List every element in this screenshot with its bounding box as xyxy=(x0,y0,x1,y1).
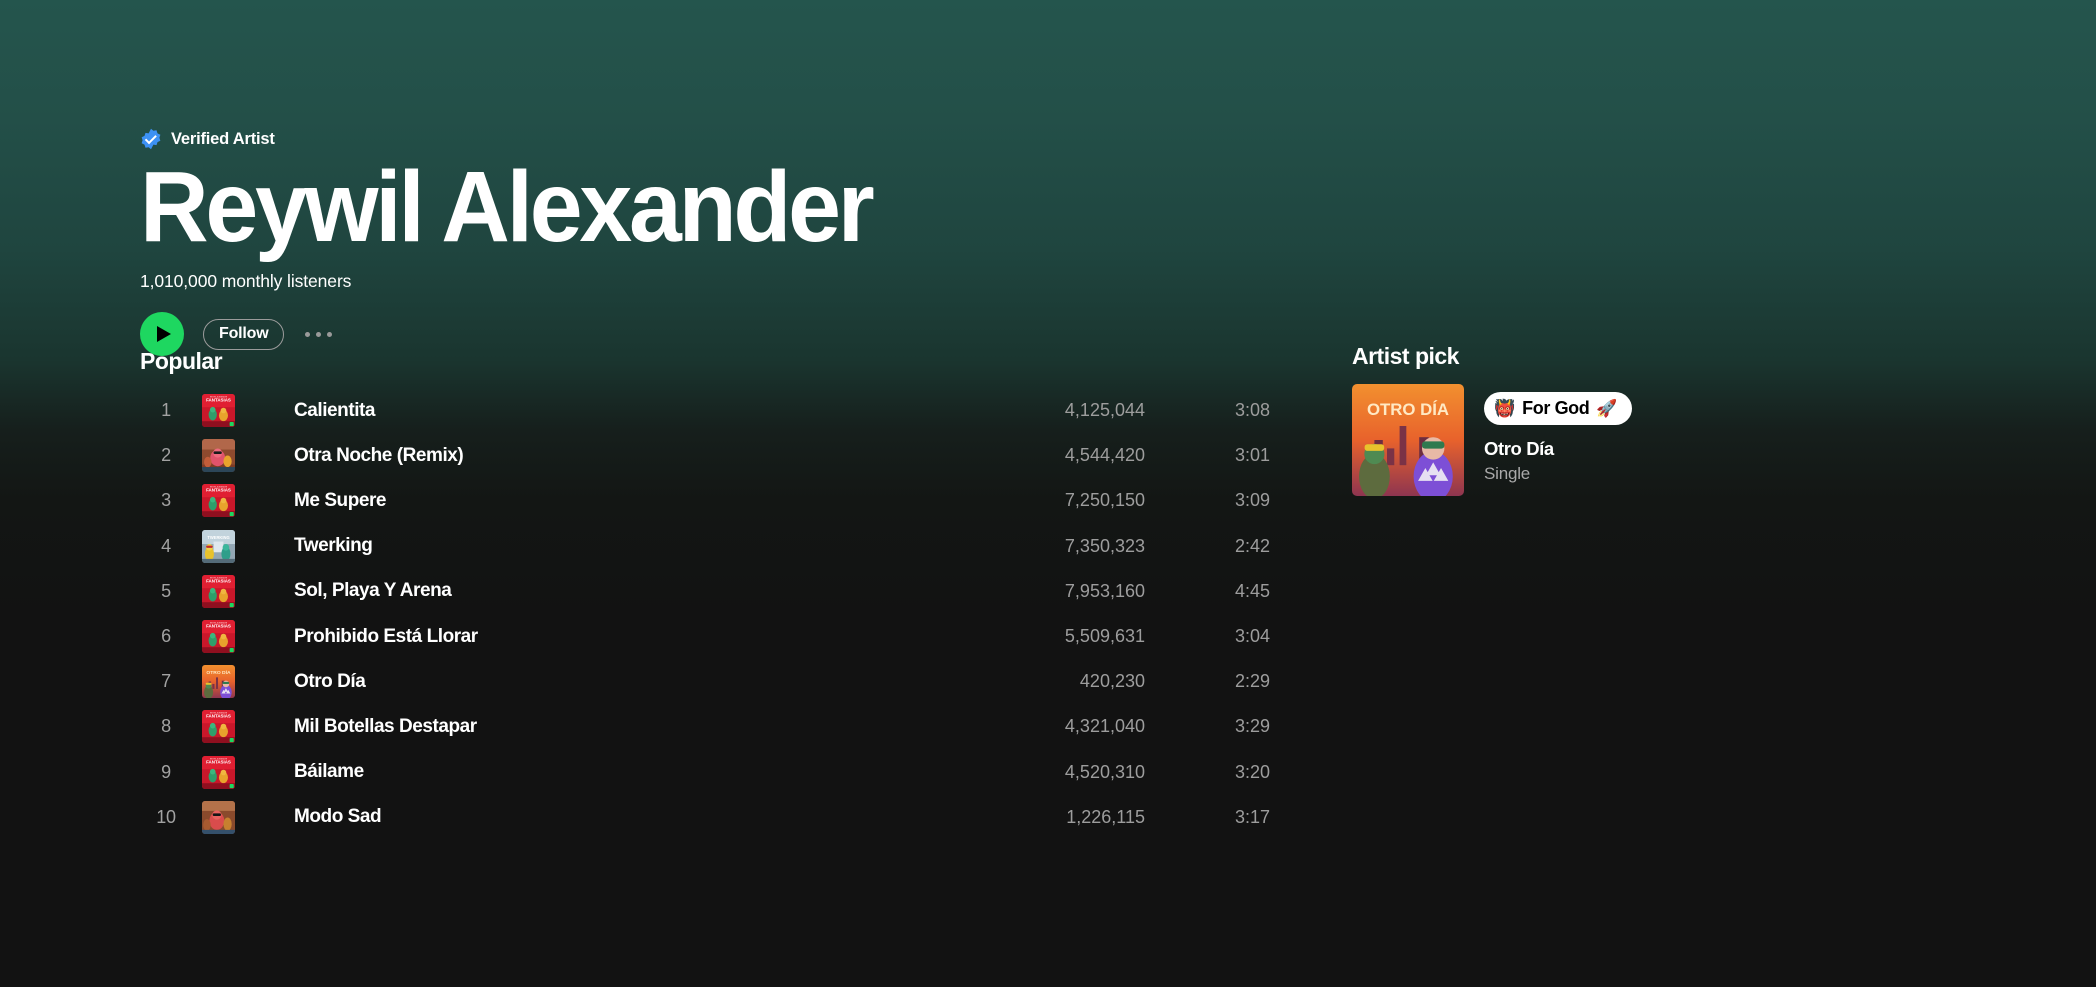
svg-text:REYWIL ALEXANDER: REYWIL ALEXANDER xyxy=(210,396,228,399)
track-duration: 2:42 xyxy=(1234,535,1270,556)
track-title[interactable]: Twerking xyxy=(294,535,955,557)
track-title[interactable]: Otro Día xyxy=(294,671,955,693)
track-title[interactable]: Otra Noche (Remix) xyxy=(294,445,955,467)
track-title[interactable]: Modo Sad xyxy=(294,806,955,828)
track-album-art: FANTASIAS REYWIL ALEXANDER xyxy=(202,710,235,744)
track-index: 8 xyxy=(161,716,171,737)
svg-text:OTRO DÍA: OTRO DÍA xyxy=(1367,400,1449,419)
artist-header: Verified Artist Reywil Alexander 1,010,0… xyxy=(140,128,1340,357)
track-row[interactable]: 4 TWERKING Twerking 7,350,323 2:42 xyxy=(140,524,1270,569)
track-play-count: 420,230 xyxy=(1079,671,1145,692)
rocket-emoji-icon: 🚀 xyxy=(1596,399,1618,418)
track-index: 5 xyxy=(161,580,171,601)
track-index: 6 xyxy=(161,626,171,647)
track-index: 7 xyxy=(161,671,171,692)
track-row[interactable]: 1 FANTASIAS REYWIL ALEXANDER Calientita … xyxy=(140,388,1270,433)
ellipsis-icon xyxy=(316,331,322,337)
track-index: 1 xyxy=(161,400,171,421)
track-title[interactable]: Báilame xyxy=(294,761,955,783)
track-play-count: 1,226,115 xyxy=(1066,806,1145,827)
track-play-count: 5,509,631 xyxy=(1064,626,1145,647)
artist-pick-card[interactable]: OTRO DÍA 👹 For God 🚀 Otro Día Single xyxy=(1352,384,1752,496)
track-title[interactable]: Calientita xyxy=(294,400,955,422)
devil-emoji-icon: 👹 xyxy=(1494,399,1516,418)
popular-heading: Popular xyxy=(140,348,223,374)
verified-check-icon xyxy=(140,128,162,150)
popular-section: Popular 1 FANTASIAS REYWIL ALEXANDER Cal… xyxy=(140,348,1270,840)
artist-pick-heading: Artist pick xyxy=(1352,343,1459,369)
track-album-art xyxy=(202,439,235,473)
artist-page: Verified Artist Reywil Alexander 1,010,0… xyxy=(0,0,2096,987)
ellipsis-icon xyxy=(305,331,311,337)
artist-pick-section: Artist pick OTRO DÍA 👹 For God 🚀 Otro Dí… xyxy=(1352,343,1752,496)
artist-pick-note-text: For God xyxy=(1522,398,1590,418)
track-album-art: OTRO DÍA xyxy=(202,665,235,699)
track-duration: 4:45 xyxy=(1234,580,1270,601)
verified-artist-badge-row: Verified Artist xyxy=(140,128,1340,150)
track-play-count: 7,953,160 xyxy=(1064,580,1145,601)
track-duration: 3:20 xyxy=(1234,761,1270,782)
track-album-art: TWERKING xyxy=(202,529,235,563)
artist-pick-item-type: Single xyxy=(1484,464,1531,483)
svg-text:REYWIL ALEXANDER: REYWIL ALEXANDER xyxy=(210,621,228,624)
track-row[interactable]: 3 FANTASIAS REYWIL ALEXANDER Me Supere 7… xyxy=(140,478,1270,523)
track-index: 4 xyxy=(161,535,171,556)
track-play-count: 4,520,310 xyxy=(1064,761,1145,782)
track-index: 3 xyxy=(161,490,171,511)
svg-text:TWERKING: TWERKING xyxy=(207,535,229,540)
ellipsis-icon xyxy=(327,331,333,337)
track-row[interactable]: 7 OTRO DÍA Otro Día 420,230 2:29 xyxy=(140,659,1270,704)
track-row[interactable]: 8 FANTASIAS REYWIL ALEXANDER Mil Botella… xyxy=(140,704,1270,749)
page-title: Reywil Alexander xyxy=(140,151,875,263)
track-duration: 3:09 xyxy=(1234,490,1270,511)
track-play-count: 7,250,150 xyxy=(1064,490,1145,511)
track-row[interactable]: 9 FANTASIAS REYWIL ALEXANDER Báilame 4,5… xyxy=(140,750,1270,795)
track-row[interactable]: 6 FANTASIAS REYWIL ALEXANDER Prohibido E… xyxy=(140,614,1270,659)
follow-button[interactable]: Follow xyxy=(203,318,285,350)
track-index: 2 xyxy=(161,445,171,466)
svg-text:REYWIL ALEXANDER: REYWIL ALEXANDER xyxy=(210,576,228,579)
svg-text:REYWIL ALEXANDER: REYWIL ALEXANDER xyxy=(210,486,228,489)
track-album-art: FANTASIAS REYWIL ALEXANDER xyxy=(202,574,235,608)
track-album-art xyxy=(202,800,235,834)
track-row[interactable]: 5 FANTASIAS REYWIL ALEXANDER Sol, Playa … xyxy=(140,569,1270,614)
monthly-listeners: 1,010,000 monthly listeners xyxy=(140,271,352,291)
popular-track-list: 1 FANTASIAS REYWIL ALEXANDER Calientita … xyxy=(140,388,1270,840)
track-play-count: 7,350,323 xyxy=(1064,535,1145,556)
track-duration: 3:08 xyxy=(1234,400,1270,421)
artist-pick-note: 👹 For God 🚀 xyxy=(1484,392,1632,425)
track-play-count: 4,321,040 xyxy=(1064,716,1145,737)
track-duration: 3:01 xyxy=(1234,445,1270,466)
track-play-count: 4,544,420 xyxy=(1064,445,1145,466)
play-icon xyxy=(156,326,171,342)
track-row[interactable]: 2 Otra Noche (Remix) 4,544,420 3:01 xyxy=(140,433,1270,478)
track-row[interactable]: 10 Modo Sad 1,226,115 3:17 xyxy=(140,795,1270,840)
track-duration: 3:17 xyxy=(1234,806,1270,827)
artist-pick-item-name[interactable]: Otro Día xyxy=(1484,438,1632,460)
artist-pick-meta: 👹 For God 🚀 Otro Día Single xyxy=(1484,384,1632,484)
track-index: 9 xyxy=(161,761,171,782)
track-title[interactable]: Sol, Playa Y Arena xyxy=(294,580,955,602)
track-duration: 2:29 xyxy=(1234,671,1270,692)
svg-text:REYWIL ALEXANDER: REYWIL ALEXANDER xyxy=(210,712,228,715)
track-index: 10 xyxy=(156,806,176,827)
track-duration: 3:04 xyxy=(1234,626,1270,647)
more-options-button[interactable] xyxy=(303,328,334,341)
svg-text:REYWIL ALEXANDER: REYWIL ALEXANDER xyxy=(210,757,228,760)
track-album-art: FANTASIAS REYWIL ALEXANDER xyxy=(202,620,235,654)
track-album-art: FANTASIAS REYWIL ALEXANDER xyxy=(202,484,235,518)
track-title[interactable]: Prohibido Está Llorar xyxy=(294,626,955,648)
artist-pick-cover-art[interactable]: OTRO DÍA xyxy=(1352,384,1464,496)
track-duration: 3:29 xyxy=(1234,716,1270,737)
track-title[interactable]: Mil Botellas Destapar xyxy=(294,716,955,738)
track-album-art: FANTASIAS REYWIL ALEXANDER xyxy=(202,394,235,428)
track-title[interactable]: Me Supere xyxy=(294,490,955,512)
track-play-count: 4,125,044 xyxy=(1064,400,1145,421)
track-album-art: FANTASIAS REYWIL ALEXANDER xyxy=(202,755,235,789)
verified-artist-label: Verified Artist xyxy=(171,129,275,148)
